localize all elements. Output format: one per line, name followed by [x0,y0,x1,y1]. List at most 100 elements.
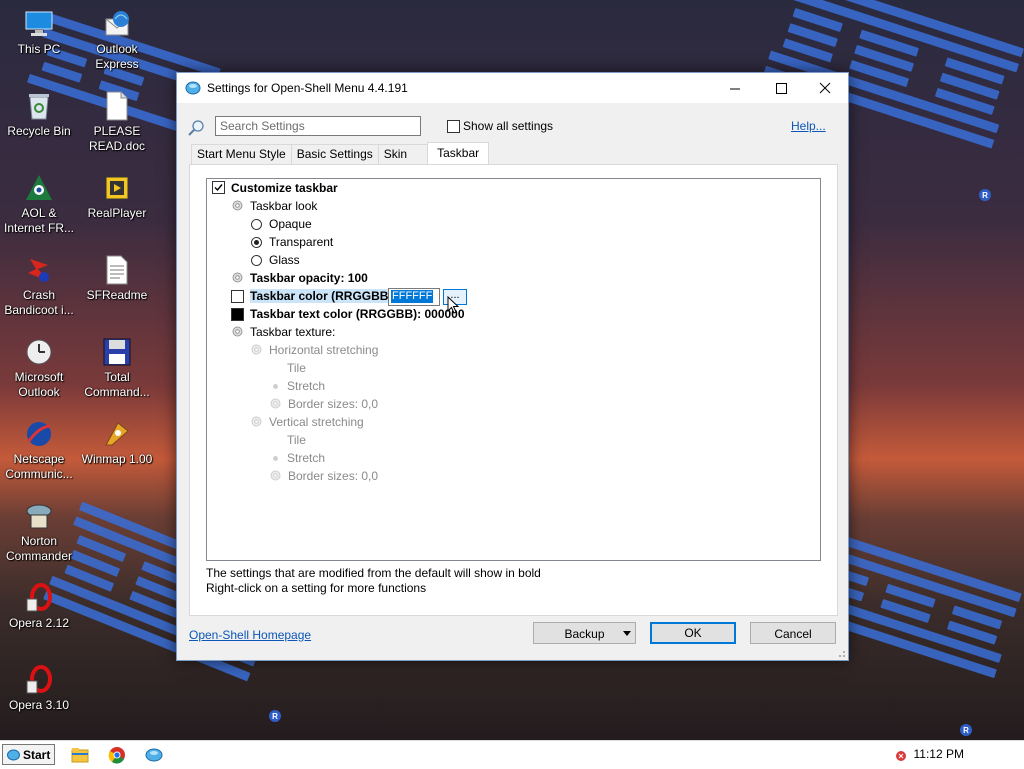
search-row: Show all settings Help... [187,116,837,140]
desktop-icon-microsoft-outlook[interactable]: Microsoft Outlook [0,336,78,400]
crash-bandicoot-icon [23,254,55,286]
backup-button[interactable]: Backup [533,622,636,644]
h-border-sizes-row[interactable]: Border sizes: 0,0 [269,395,378,413]
search-input[interactable] [215,116,421,136]
mouse-cursor-icon [447,296,459,314]
desktop-icon-label: Netscape Communic... [5,452,73,481]
taskbar-color-input[interactable]: FFFFFF [388,288,440,306]
glass-option[interactable]: Glass [251,251,300,269]
search-icon [187,119,205,137]
show-all-settings-checkbox[interactable] [447,120,460,133]
tab-taskbar[interactable]: Taskbar [427,142,490,164]
v-stretch-option[interactable]: Stretch [270,449,325,467]
bullet-icon [273,438,278,443]
settings-tree[interactable]: Customize taskbar Taskbar look Opaque Tr… [206,178,821,561]
desktop-icon-recycle-bin[interactable]: Recycle Bin [0,90,78,139]
taskbar-clock[interactable]: 11:12 PM [914,747,964,761]
document-icon [101,90,133,122]
transparent-radio[interactable] [251,237,262,248]
h-tile-label: Tile [287,361,306,375]
desktop-icon-aol[interactable]: AOL & Internet FR... [0,172,78,236]
start-button[interactable]: Start [2,744,55,765]
taskbar-text-color-row[interactable]: Taskbar text color (RRGGBB): 000000 [231,305,465,323]
customize-taskbar-checkbox[interactable] [212,181,225,194]
customize-taskbar-label: Customize taskbar [231,181,338,195]
winmap-icon [101,418,133,450]
desktop-icon-winmap[interactable]: Winmap 1.00 [78,418,156,467]
tab-start-menu-style[interactable]: Start Menu Style [191,144,292,164]
netscape-icon [23,418,55,450]
ok-button[interactable]: OK [650,622,736,644]
tab-basic-settings[interactable]: Basic Settings [290,144,379,164]
dropdown-arrow-icon [623,631,631,636]
v-border-sizes-row[interactable]: Border sizes: 0,0 [269,467,378,485]
desktop-icon-sfreadme[interactable]: SFReadme [78,254,156,303]
desktop-icon-outlook-express[interactable]: Outlook Express [78,8,156,72]
v-tile-option[interactable]: Tile [270,431,306,449]
dialog-titlebar[interactable]: Settings for Open-Shell Menu 4.4.191 [177,73,848,103]
show-all-settings-label[interactable]: Show all settings [463,119,553,133]
realplayer-icon [101,172,133,204]
resize-grip-icon[interactable] [836,648,846,658]
gear-icon [231,325,244,338]
taskbar-opacity-label: Taskbar opacity: 100 [250,271,368,285]
desktop-icon-norton-commander[interactable]: Norton Commander [0,500,78,564]
open-shell-homepage-link[interactable]: Open-Shell Homepage [189,628,311,642]
taskbar-color-swatch [231,290,244,303]
v-stretch-label: Stretch [287,451,326,465]
taskbar-opacity-row[interactable]: Taskbar opacity: 100 [231,269,368,287]
bullet-icon [273,384,278,389]
desktop-icon-this-pc[interactable]: This PC [0,8,78,57]
desktop-icon-label: Winmap 1.00 [81,452,153,466]
h-tile-option[interactable]: Tile [270,359,306,377]
transparent-label: Transparent [269,235,334,249]
settings-dialog: Settings for Open-Shell Menu 4.4.191 Sho… [176,72,849,661]
tab-skin[interactable]: Skin [377,144,429,164]
open-shell-icon [185,80,201,96]
close-button[interactable] [802,73,848,103]
opaque-radio[interactable] [251,219,262,230]
transparent-option[interactable]: Transparent [251,233,333,251]
desktop-icon-total-commander[interactable]: Total Command... [78,336,156,400]
chrome-icon[interactable] [107,745,127,765]
glass-radio[interactable] [251,255,262,266]
dialog-title: Settings for Open-Shell Menu 4.4.191 [207,81,408,95]
close-icon [819,82,831,94]
vertical-stretching-row[interactable]: Vertical stretching [250,413,364,431]
desktop-icon-label: Microsoft Outlook [14,370,64,399]
taskbar-look-row[interactable]: Taskbar look [231,197,317,215]
desktop-icon-netscape[interactable]: Netscape Communic... [0,418,78,482]
desktop-icon-label: Crash Bandicoot i... [4,288,74,317]
help-link[interactable]: Help... [791,119,826,133]
horizontal-stretching-label: Horizontal stretching [269,343,379,357]
open-shell-taskbar-icon[interactable] [144,745,164,765]
aol-icon [23,172,55,204]
desktop-icon-label: Outlook Express [95,42,139,71]
opaque-option[interactable]: Opaque [251,215,312,233]
computer-icon [23,8,55,40]
desktop-icon-label: Opera 3.10 [8,698,70,712]
desktop-icon-label: Opera 2.12 [8,616,70,630]
file-explorer-icon[interactable] [70,745,90,765]
h-stretch-option[interactable]: Stretch [270,377,325,395]
desktop-icon-opera-310[interactable]: Opera 3.10 [0,664,78,713]
desktop-icon-realplayer[interactable]: RealPlayer [78,172,156,221]
gear-icon [231,271,244,284]
taskbar-tab-panel: Customize taskbar Taskbar look Opaque Tr… [189,164,838,616]
hint-bold-settings: The settings that are modified from the … [206,566,541,580]
gear-icon [269,469,282,482]
network-error-icon[interactable] [896,751,906,761]
horizontal-stretching-row[interactable]: Horizontal stretching [250,341,378,359]
bullet-icon [273,366,278,371]
taskbar-color-row[interactable]: Taskbar color (RRGGBB) [231,287,393,305]
taskbar: Start 11:12 PM [0,740,1024,769]
desktop-icon-opera-212[interactable]: Opera 2.12 [0,582,78,631]
vertical-stretching-label: Vertical stretching [269,415,364,429]
cancel-button[interactable]: Cancel [750,622,836,644]
taskbar-texture-row[interactable]: Taskbar texture: [231,323,335,341]
maximize-button[interactable] [758,73,804,103]
desktop-icon-crash-bandicoot[interactable]: Crash Bandicoot i... [0,254,78,318]
minimize-button[interactable] [712,73,758,103]
desktop-icon-please-read[interactable]: PLEASE READ.doc [78,90,156,154]
customize-taskbar-row[interactable]: Customize taskbar [212,179,338,197]
